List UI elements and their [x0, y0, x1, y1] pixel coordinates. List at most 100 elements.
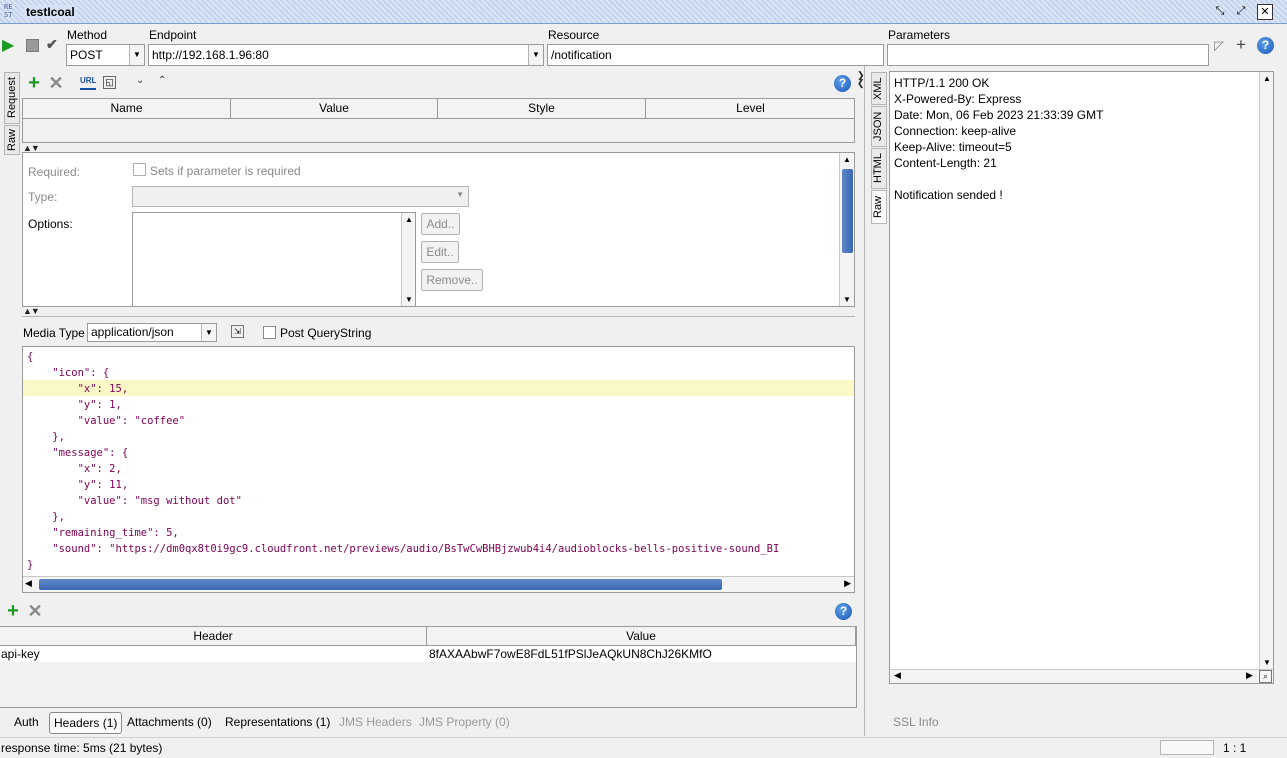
- revert-icon[interactable]: ◱: [103, 76, 116, 89]
- chevron-down-icon[interactable]: ▼: [528, 45, 543, 65]
- code-line[interactable]: "y": 11,: [27, 477, 129, 493]
- method-select[interactable]: POST ▼: [66, 44, 145, 66]
- ssl-info-label[interactable]: SSL Info: [893, 715, 939, 729]
- required-checkbox[interactable]: [133, 163, 146, 176]
- chevron-down-icon[interactable]: ▼: [201, 324, 216, 341]
- run-icon[interactable]: ▶: [2, 37, 18, 55]
- scroll-up-icon[interactable]: ▲: [843, 155, 851, 164]
- options-scrollbar[interactable]: ▲ ▼: [401, 213, 415, 306]
- scroll-up-icon[interactable]: ▲: [405, 215, 413, 224]
- tab-jms-headers[interactable]: JMS Headers: [335, 712, 416, 734]
- scroll-down-icon[interactable]: ▼: [1263, 658, 1271, 667]
- stop-icon[interactable]: [26, 39, 39, 52]
- remove-param-icon[interactable]: ✕: [47, 74, 65, 92]
- remove-option-button[interactable]: Remove..: [421, 269, 483, 291]
- help-icon[interactable]: ?: [835, 603, 852, 620]
- tab-html[interactable]: HTML: [871, 148, 887, 189]
- scroll-right-icon[interactable]: ▶: [844, 578, 851, 589]
- remove-header-icon[interactable]: ✕: [26, 602, 44, 620]
- code-line[interactable]: "icon": {: [27, 365, 109, 381]
- search-icon[interactable]: ⌕: [1259, 670, 1272, 683]
- code-line[interactable]: "value": "msg without dot": [27, 493, 242, 509]
- move-up-icon[interactable]: ⌃: [158, 75, 166, 86]
- chevron-down-icon[interactable]: ▼: [129, 45, 144, 65]
- tab-headers[interactable]: Headers (1): [49, 712, 123, 734]
- header-name-cell[interactable]: api-key: [1, 646, 40, 662]
- request-body-editor[interactable]: { "icon": { "x": 15, "y": 1, "value": "c…: [22, 346, 855, 593]
- maximize-icon[interactable]: ⤢: [1233, 4, 1249, 20]
- clear-params-icon[interactable]: ◸: [1214, 38, 1230, 54]
- code-line[interactable]: }: [27, 557, 33, 573]
- response-line[interactable]: HTTP/1.1 200 OK: [894, 75, 989, 91]
- move-down-icon[interactable]: ⌄: [136, 75, 144, 86]
- post-querystring-checkbox[interactable]: [263, 326, 276, 339]
- url-param-icon[interactable]: URL: [80, 76, 96, 90]
- tab-attachments[interactable]: Attachments (0): [123, 712, 216, 734]
- column-header-value[interactable]: Value: [427, 627, 855, 647]
- edit-option-button[interactable]: Edit..: [421, 241, 459, 263]
- code-line[interactable]: "x": 2,: [27, 461, 122, 477]
- code-line[interactable]: {: [27, 349, 33, 365]
- response-line[interactable]: Date: Mon, 06 Feb 2023 21:33:39 GMT: [894, 107, 1103, 123]
- code-line[interactable]: },: [27, 509, 65, 525]
- column-header-header[interactable]: Header: [0, 627, 427, 647]
- column-header-level[interactable]: Level: [646, 99, 855, 119]
- editor-horizontal-scrollbar[interactable]: ◀ ▶: [23, 576, 854, 592]
- validate-icon[interactable]: ✔: [46, 36, 62, 54]
- help-icon[interactable]: ?: [834, 75, 851, 92]
- help-icon[interactable]: ?: [1257, 37, 1274, 54]
- code-line[interactable]: "message": {: [27, 445, 128, 461]
- tab-raw-response[interactable]: Raw: [871, 190, 887, 224]
- column-header-value[interactable]: Value: [231, 99, 438, 119]
- add-option-button[interactable]: Add..: [421, 213, 460, 235]
- response-line[interactable]: Connection: keep-alive: [894, 123, 1016, 139]
- add-icon[interactable]: +: [1236, 35, 1250, 54]
- scroll-down-icon[interactable]: ▼: [405, 295, 413, 304]
- scroll-down-icon[interactable]: ▼: [843, 295, 851, 304]
- tab-json[interactable]: JSON: [871, 106, 887, 147]
- tab-xml[interactable]: XML: [871, 72, 887, 105]
- tab-request[interactable]: Request: [4, 72, 20, 124]
- panel-divider[interactable]: [864, 66, 865, 736]
- scroll-left-icon[interactable]: ◀: [894, 670, 901, 681]
- splitter-arrows-icon[interactable]: ▲▼: [23, 306, 40, 316]
- media-type-combo[interactable]: application/json ▼: [87, 323, 217, 342]
- response-line[interactable]: Keep-Alive: timeout=5: [894, 139, 1012, 155]
- add-param-icon[interactable]: +: [25, 73, 43, 93]
- options-list[interactable]: ▲ ▼: [132, 212, 416, 307]
- expand-editor-icon[interactable]: ⇲: [231, 325, 244, 338]
- response-line[interactable]: Notification sended !: [894, 187, 1003, 203]
- tab-auth[interactable]: Auth: [10, 712, 43, 734]
- column-header-name[interactable]: Name: [23, 99, 231, 119]
- collapse-arrows-icon[interactable]: ❯ ❮: [857, 71, 865, 88]
- header-value-cell[interactable]: 8fAXAAbwF7owE8FdL51fPSlJeAQkUN8ChJ26KMfO: [429, 646, 712, 662]
- response-vertical-scrollbar[interactable]: ▲ ▼: [1259, 72, 1273, 669]
- param-panel-scrollbar[interactable]: ▲ ▼: [839, 153, 854, 306]
- close-icon[interactable]: ✕: [1257, 4, 1273, 20]
- endpoint-combo[interactable]: http://192.168.1.96:80 ▼: [148, 44, 544, 66]
- params-table[interactable]: Name Value Style Level: [22, 98, 855, 143]
- code-line[interactable]: },: [27, 429, 65, 445]
- response-line[interactable]: Content-Length: 21: [894, 155, 997, 171]
- scroll-right-icon[interactable]: ▶: [1246, 670, 1253, 681]
- chevron-down-icon[interactable]: ▼: [456, 190, 464, 199]
- add-header-icon[interactable]: +: [4, 601, 22, 621]
- scroll-thumb[interactable]: [842, 169, 853, 253]
- column-header-style[interactable]: Style: [438, 99, 646, 119]
- resource-input[interactable]: /notification: [547, 44, 884, 66]
- title-bar[interactable]: RE ST testIcoal ⤡ ⤢ ✕: [0, 0, 1287, 24]
- scroll-thumb[interactable]: [39, 579, 722, 590]
- code-line[interactable]: "value": "coffee": [27, 413, 185, 429]
- tab-jms-property[interactable]: JMS Property (0): [415, 712, 514, 734]
- code-line[interactable]: "remaining_time": 5,: [27, 525, 178, 541]
- scroll-left-icon[interactable]: ◀: [25, 578, 32, 589]
- tab-representations[interactable]: Representations (1): [221, 712, 334, 734]
- response-line[interactable]: X-Powered-By: Express: [894, 91, 1021, 107]
- scroll-up-icon[interactable]: ▲: [1263, 74, 1271, 83]
- response-body[interactable]: HTTP/1.1 200 OK X-Powered-By: Express Date…: [889, 71, 1274, 684]
- headers-table[interactable]: Header Value api-key 8fAXAAbwF7owE8FdL51…: [0, 626, 857, 708]
- code-line[interactable]: "x": 15,: [27, 381, 129, 397]
- table-row[interactable]: api-key 8fAXAAbwF7owE8FdL51fPSlJeAQkUN8C…: [0, 646, 856, 662]
- response-horizontal-scrollbar[interactable]: ◀ ▶ ⌕: [890, 669, 1273, 683]
- type-select[interactable]: ▼: [132, 186, 469, 207]
